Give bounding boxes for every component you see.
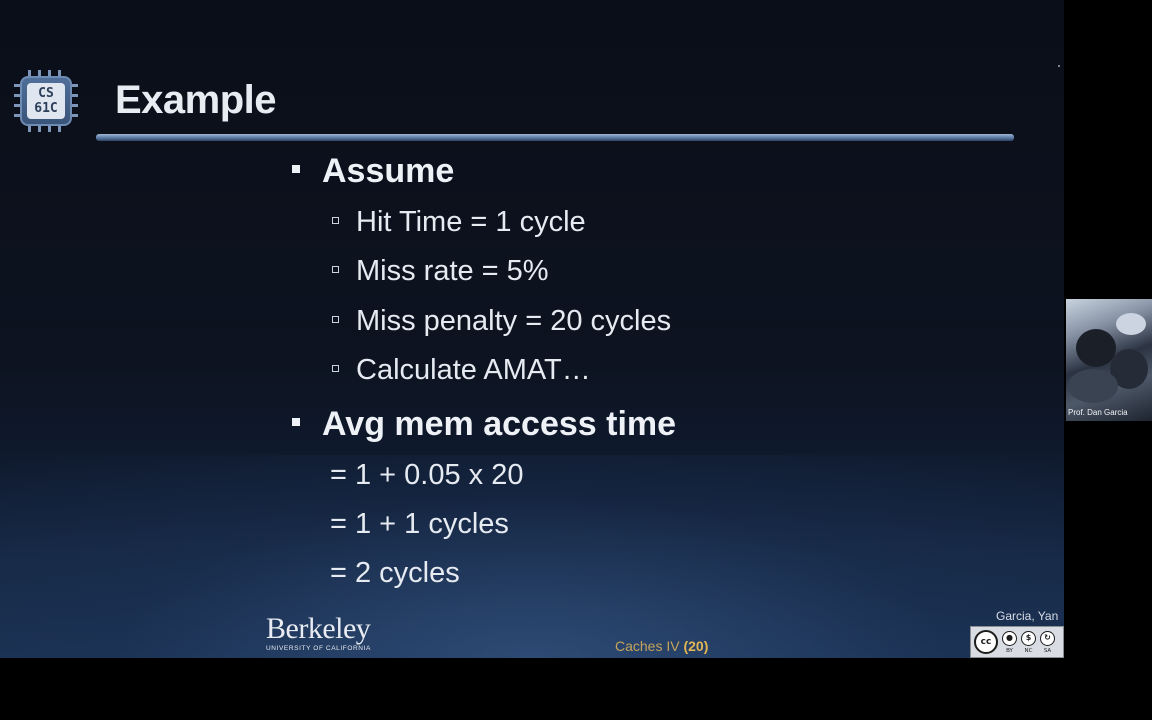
calculation-line-1: = 1 + 0.05 x 20 bbox=[330, 459, 524, 491]
creative-commons-license-badge: cc ● $ ↻ BY NC SA bbox=[970, 626, 1064, 658]
berkeley-logo: Berkeley UNIVERSITY OF CALIFORNIA bbox=[266, 612, 371, 653]
webcam-caption: Prof. Dan Garcia bbox=[1068, 408, 1128, 417]
chip-body: CS 61C bbox=[20, 76, 72, 126]
sub-bullet-text: Miss penalty = 20 cycles bbox=[356, 305, 672, 337]
slide-number: (20) bbox=[683, 638, 709, 654]
bullet-avg-mem-access-time: Avg mem access time bbox=[292, 405, 676, 444]
berkeley-wordmark: Berkeley bbox=[266, 612, 371, 645]
bullet-square-icon bbox=[292, 418, 300, 427]
sub-bullet-square-icon bbox=[332, 265, 339, 273]
video-frame: CS 61C Example Assume Hit Time = 1 cycle… bbox=[0, 0, 1152, 720]
by-icon: ● bbox=[1002, 631, 1017, 646]
sub-bullet-text: Calculate AMAT… bbox=[356, 354, 591, 386]
sub-bullet-miss-penalty: Miss penalty = 20 cycles bbox=[332, 305, 671, 338]
webcam-video-thumbnail[interactable] bbox=[1066, 299, 1152, 421]
dust-speck bbox=[1058, 65, 1060, 67]
slide-background-glow bbox=[0, 455, 1064, 658]
sub-bullet-text: Miss rate = 5% bbox=[356, 255, 549, 287]
sub-bullet-hit-time: Hit Time = 1 cycle bbox=[332, 206, 586, 239]
sub-bullet-miss-rate: Miss rate = 5% bbox=[332, 255, 549, 288]
cc-sa-label: SA bbox=[1043, 648, 1052, 654]
sub-bullet-text: Hit Time = 1 cycle bbox=[356, 206, 586, 238]
calculation-line-2: = 1 + 1 cycles bbox=[330, 508, 509, 540]
bullet-assume: Assume bbox=[292, 152, 454, 191]
sub-bullet-square-icon bbox=[332, 364, 339, 372]
bullet-square-icon bbox=[292, 165, 300, 174]
sub-bullet-calculate-amat: Calculate AMAT… bbox=[332, 354, 591, 387]
slide-title: Example bbox=[115, 78, 277, 122]
sub-bullet-square-icon bbox=[332, 315, 339, 323]
sa-icon: ↻ bbox=[1040, 631, 1055, 646]
logo-text-61c: 61C bbox=[34, 101, 58, 116]
sub-bullet-square-icon bbox=[332, 216, 339, 224]
bullet-label: Assume bbox=[322, 152, 455, 190]
cs61c-chip-logo: CS 61C bbox=[12, 70, 82, 132]
cc-nc-label: NC bbox=[1024, 648, 1033, 654]
chip-label: CS 61C bbox=[27, 83, 65, 119]
cc-icon: cc bbox=[974, 630, 998, 654]
slide-footer-lecture: Caches IV (20) bbox=[615, 638, 708, 654]
title-divider bbox=[96, 134, 1014, 141]
slide-authors: Garcia, Yan bbox=[996, 609, 1059, 623]
calculation-line-3: = 2 cycles bbox=[330, 557, 460, 589]
logo-text-cs: CS bbox=[38, 86, 54, 101]
lecture-slide: CS 61C Example Assume Hit Time = 1 cycle… bbox=[0, 0, 1064, 658]
berkeley-subtitle: UNIVERSITY OF CALIFORNIA bbox=[266, 645, 371, 652]
cc-by-label: BY bbox=[1006, 648, 1013, 654]
bullet-label: Avg mem access time bbox=[322, 405, 677, 443]
nc-icon: $ bbox=[1021, 631, 1036, 646]
lecture-name: Caches IV bbox=[615, 638, 680, 654]
